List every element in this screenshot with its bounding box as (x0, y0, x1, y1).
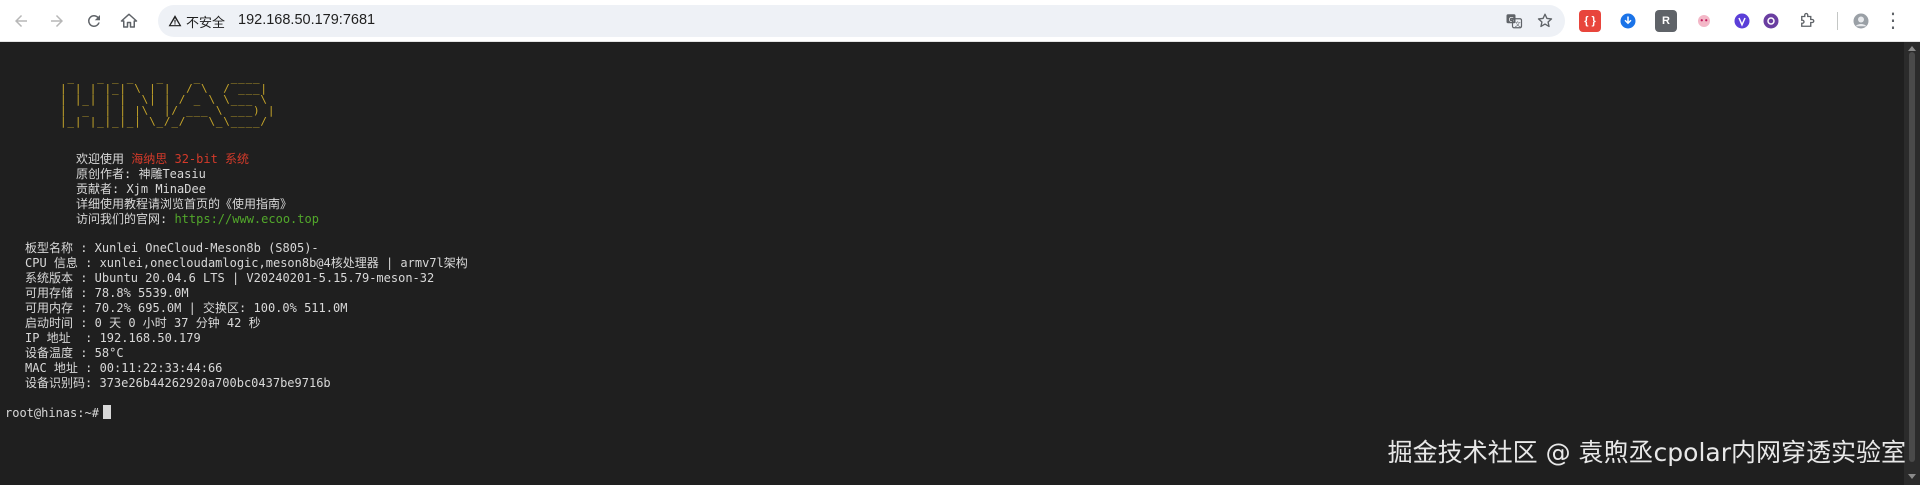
welcome-line: 欢迎使用 海纳思 32-bit 系统 (76, 152, 249, 167)
info-os-version: 系统版本 : Ubuntu 20.04.6 LTS | V20240201-5.… (25, 271, 435, 285)
info-cpu: CPU 信息 : xunlei,onecloudamlogic,meson8b@… (25, 256, 468, 270)
terminal-view[interactable]: _ _ _ _ _ _ ____ | | | |_| \ | | / \ / _… (0, 42, 1904, 485)
arrow-right-icon (51, 15, 63, 27)
shell-prompt[interactable]: root@hinas:~# (5, 405, 111, 421)
welcome-prefix: 欢迎使用 (76, 152, 125, 166)
extension-r-icon[interactable]: R (1655, 10, 1677, 32)
arrow-left-icon (15, 15, 27, 27)
extension-pink-icon[interactable] (1693, 10, 1715, 32)
profile-avatar[interactable] (1850, 10, 1872, 32)
info-ip-address: IP 地址 : 192.168.50.179 (25, 331, 201, 345)
extension-json-icon[interactable]: { } (1579, 10, 1601, 32)
guide-line: 详细使用教程请浏览首页的《使用指南》 (76, 197, 293, 211)
address-bar[interactable]: 不安全 192.168.50.179:7681 G文 (158, 5, 1565, 37)
extension-gear-icon[interactable] (1760, 10, 1782, 32)
reload-button[interactable] (81, 8, 107, 34)
info-device-id: 设备识别码: 373e26b44262920a700bc0437be9716b (25, 376, 331, 390)
bookmark-star-icon[interactable] (1535, 11, 1555, 31)
url-text[interactable]: 192.168.50.179:7681 (238, 12, 375, 28)
extension-v-icon[interactable] (1731, 10, 1753, 32)
browser-toolbar: 不安全 192.168.50.179:7681 G文 { } R ⋮ (0, 0, 1920, 42)
website-line: 访问我们的官网: https://www.ecoo.top (76, 212, 319, 227)
website-prefix: 访问我们的官网: (76, 212, 175, 226)
svg-text:文: 文 (1515, 20, 1521, 28)
home-button[interactable] (116, 8, 142, 34)
info-memory: 可用内存 : 70.2% 695.0M | 交换区: 100.0% 511.0M (25, 301, 348, 315)
extensions-puzzle-icon[interactable] (1796, 10, 1818, 32)
system-name: 海纳思 32-bit 系统 (131, 152, 250, 166)
home-icon (120, 13, 138, 28)
prompt-text: root@hinas:~# (5, 406, 99, 420)
info-uptime: 启动时间 : 0 天 0 小时 37 分钟 42 秒 (25, 316, 261, 330)
scrollbar-thumb[interactable] (1909, 52, 1915, 462)
toolbar-divider (1837, 12, 1838, 30)
scroll-down-arrow-icon[interactable] (1908, 474, 1916, 479)
warning-icon (168, 15, 182, 27)
menu-dots-icon[interactable]: ⋮ (1880, 8, 1906, 34)
scroll-up-arrow-icon[interactable] (1908, 46, 1916, 51)
contributor-line: 贡献者: Xjm MinaDee (76, 182, 206, 196)
forward-button[interactable] (44, 8, 70, 34)
text-cursor (102, 405, 111, 419)
info-mac-address: MAC 地址 : 00:11:22:33:44:66 (25, 361, 223, 375)
info-storage: 可用存储 : 78.8% 5539.0M (25, 286, 189, 300)
author-line: 原创作者: 神雕Teasiu (76, 167, 206, 181)
watermark-text: 掘金技术社区 @ 袁煦丞cpolar内网穿透实验室 (1387, 438, 1906, 467)
extension-download-icon[interactable] (1617, 10, 1639, 32)
terminal-scrollbar[interactable] (1904, 42, 1920, 485)
security-indicator[interactable]: 不安全 (168, 10, 225, 32)
back-button[interactable] (8, 8, 34, 34)
website-link[interactable]: https://www.ecoo.top (174, 212, 319, 226)
info-temperature: 设备温度 : 58°C (25, 346, 124, 360)
hinas-ascii-logo: _ _ _ _ _ _ ____ | | | |_| \ | | / \ / _… (60, 71, 276, 128)
translate-icon[interactable]: G文 (1504, 11, 1524, 31)
reload-icon (87, 14, 100, 27)
security-label: 不安全 (186, 14, 226, 30)
info-board: 板型名称 : Xunlei OneCloud-Meson8b (S805)- (25, 241, 319, 255)
